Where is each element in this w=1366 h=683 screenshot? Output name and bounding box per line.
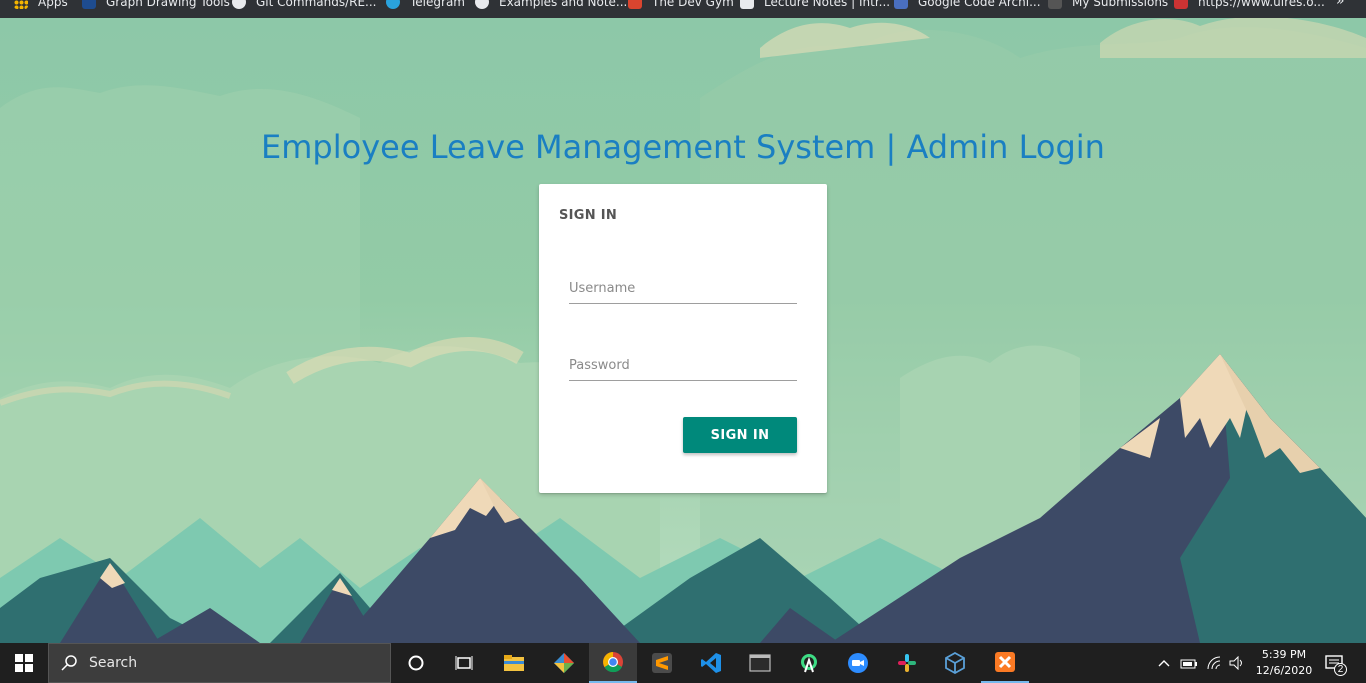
chevron-up-icon [1158, 660, 1170, 667]
bookmark-favicon [475, 0, 489, 9]
wifi-icon [1207, 656, 1221, 670]
taskbar-search-box[interactable]: Search [48, 643, 391, 683]
notification-count-badge: 2 [1334, 663, 1347, 676]
git-diamond-icon [554, 653, 574, 673]
username-field [569, 264, 797, 304]
show-hidden-icons-button[interactable] [1154, 643, 1174, 683]
vscode-app[interactable] [687, 643, 735, 683]
terminal-icon [749, 654, 771, 672]
zoom-icon [848, 653, 868, 673]
task-view-button[interactable] [440, 643, 488, 683]
chrome-app[interactable] [589, 643, 637, 683]
clock-date: 12/6/2020 [1255, 664, 1313, 677]
xampp-icon [995, 652, 1015, 672]
folder-icon [504, 655, 524, 671]
bookmark-telegram[interactable]: Telegram [386, 0, 465, 9]
clock-time: 5:39 PM [1261, 648, 1307, 661]
windows-logo-icon [15, 654, 33, 672]
username-input[interactable] [569, 264, 797, 303]
network-tray[interactable] [1203, 643, 1225, 683]
search-placeholder: Search [89, 655, 138, 671]
battery-icon [1180, 659, 1197, 669]
slack-app[interactable] [883, 643, 931, 683]
bookmarks-overflow-chevron-icon[interactable]: » [1336, 0, 1345, 9]
windows-taskbar: Search 5:39 PM 12/6/2020 2 [0, 643, 1366, 683]
file-explorer-app[interactable] [490, 643, 538, 683]
bookmark-graph-drawing[interactable]: Graph Drawing Tools [82, 0, 230, 9]
virtualbox-icon [945, 652, 965, 674]
bookmark-favicon [1048, 0, 1062, 9]
telegram-icon [386, 0, 400, 9]
bookmark-apps[interactable]: Apps [14, 0, 68, 9]
password-input[interactable] [569, 341, 797, 380]
bookmarks-bar: Apps Graph Drawing Tools Git Commands/RE… [0, 0, 1366, 18]
chrome-icon [603, 652, 623, 673]
sign-in-button[interactable]: SIGN IN [683, 417, 797, 453]
bookmark-git-commands[interactable]: Git Commands/RE... [232, 0, 377, 9]
sublime-icon [652, 653, 672, 673]
virtualbox-app[interactable] [931, 643, 979, 683]
bookmark-favicon [82, 0, 96, 9]
bookmark-google-code[interactable]: Google Code Archi... [894, 0, 1041, 9]
ocw-icon [740, 0, 754, 9]
github-icon [232, 0, 246, 9]
login-card: SIGN IN SIGN IN [539, 184, 827, 493]
cortana-button[interactable] [392, 643, 440, 683]
apps-grid-icon [14, 0, 28, 9]
login-heading: SIGN IN [559, 208, 618, 223]
volume-tray[interactable] [1226, 643, 1248, 683]
xampp-app[interactable] [981, 643, 1029, 683]
cortana-circle-icon [408, 655, 424, 671]
slack-icon [898, 654, 916, 672]
start-button[interactable] [0, 643, 48, 683]
search-icon [61, 655, 77, 671]
bookmark-submissions[interactable]: My Submissions [1048, 0, 1168, 9]
battery-tray[interactable] [1178, 643, 1200, 683]
bookmark-favicon [1174, 0, 1188, 9]
bookmark-favicon [628, 0, 642, 9]
vscode-icon [701, 653, 721, 673]
password-field [569, 341, 797, 381]
git-app[interactable] [540, 643, 588, 683]
speaker-icon [1229, 656, 1242, 670]
page-title: Employee Leave Management System | Admin… [261, 128, 1105, 166]
sublime-text-app[interactable] [638, 643, 686, 683]
bookmark-favicon [894, 0, 908, 9]
task-view-icon [455, 656, 473, 670]
bookmark-lecture-notes[interactable]: Lecture Notes | Intr... [740, 0, 890, 9]
bookmark-examples[interactable]: Examples and Note... [475, 0, 627, 9]
android-studio-icon [801, 654, 817, 673]
android-studio-app[interactable] [785, 643, 833, 683]
action-center-button[interactable]: 2 [1320, 643, 1350, 683]
terminal-app[interactable] [736, 643, 784, 683]
bookmark-ulres[interactable]: https://www.ulres.o... [1174, 0, 1325, 9]
zoom-app[interactable] [834, 643, 882, 683]
system-clock[interactable]: 5:39 PM 12/6/2020 [1248, 647, 1320, 679]
bookmark-dev-gym[interactable]: The Dev Gym [628, 0, 734, 9]
